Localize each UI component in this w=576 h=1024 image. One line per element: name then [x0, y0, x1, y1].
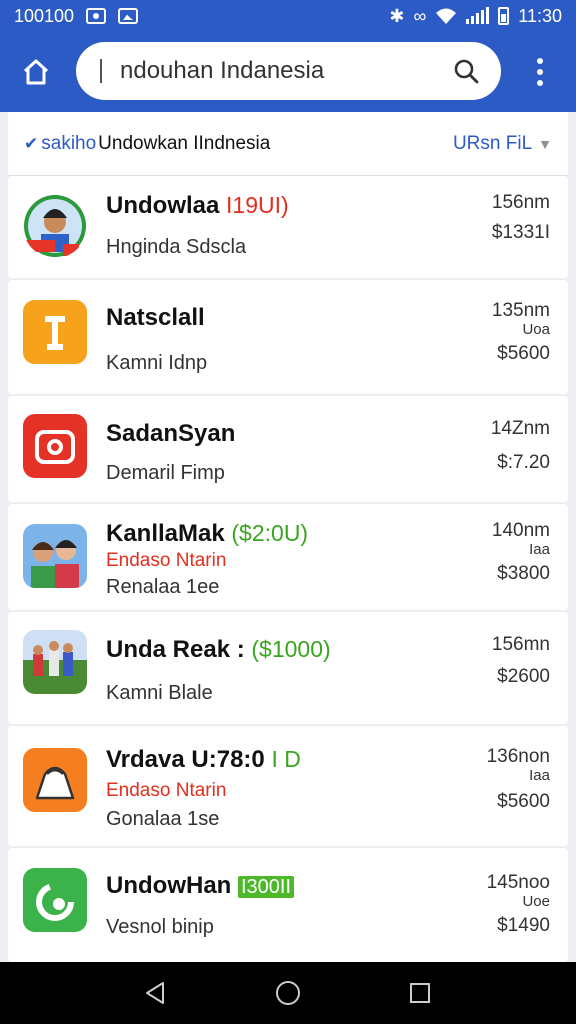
- filter-bar: ✔ sakiho Undowkan IIndnesia URsn FiL ▼: [8, 112, 568, 176]
- more-vert-icon: [537, 58, 543, 64]
- item-meta: 136non Iaa $5600: [487, 746, 550, 813]
- home-nav-button[interactable]: [268, 973, 308, 1013]
- breadcrumb-text: Undowkan IIndnesia: [98, 132, 271, 154]
- item-tag: I D: [271, 746, 301, 772]
- kids-photo-icon: [23, 524, 87, 588]
- image-icon: [118, 8, 139, 24]
- list-item[interactable]: SadanSyan Demaril Fimp 14Znm $:7.20: [8, 396, 568, 502]
- search-bar[interactable]: [76, 42, 501, 100]
- search-input[interactable]: [120, 57, 449, 85]
- item-title: Vrdava U:78:0 I D: [106, 746, 301, 773]
- item-price: $1331I: [491, 222, 550, 243]
- item-tag: ($1000): [251, 636, 331, 662]
- list-item[interactable]: Unda Reak : ($1000) Kamni Blale 156mn $2…: [8, 612, 568, 724]
- field-photo-icon: [23, 630, 87, 694]
- network-text: 100100: [14, 5, 75, 26]
- item-meta: 140nm Iaa $3800: [492, 520, 550, 585]
- item-subtitle: Kamni Blale: [106, 682, 213, 704]
- list-item[interactable]: Undowlaa I19UI) Hnginda Sdscla 156nm $13…: [8, 176, 568, 278]
- item-title: Undowlaa I19UI): [106, 192, 289, 219]
- signal-icon: [466, 7, 490, 24]
- check-icon: ✔: [24, 133, 39, 153]
- item-title: UndowHan I300II: [106, 872, 295, 900]
- item-distance: 136non: [486, 746, 550, 767]
- list-item[interactable]: UndowHan I300II Vesnol binip 145noo Uoe …: [8, 848, 568, 962]
- item-meta: 156mn $2600: [492, 634, 550, 688]
- item-unit: Iaa: [529, 541, 550, 558]
- home-circle-icon: [276, 981, 300, 1005]
- list-item[interactable]: KanllaMak ($2:0U) Endaso Ntarin Renalaa …: [8, 504, 568, 610]
- item-meta: 156nm $1331I: [492, 192, 550, 244]
- green-swirl-app-icon: [23, 868, 87, 932]
- back-icon: [146, 982, 164, 1004]
- item-subtitle: Hnginda Sdscla: [106, 236, 247, 258]
- eye-icon: [86, 8, 107, 24]
- item-unit: Uoe: [522, 893, 550, 910]
- item-title: SadanSyan: [106, 420, 236, 447]
- item-subtitle: Kamni Idnp: [106, 352, 208, 374]
- item-distance: 135nm: [491, 300, 550, 321]
- clock-time: 11:30: [518, 5, 562, 26]
- item-distance: 156mn: [491, 634, 550, 655]
- breadcrumb[interactable]: ✔ sakiho Undowkan IIndnesia: [24, 133, 270, 155]
- item-price: $5600: [497, 791, 550, 812]
- item-price: $:7.20: [497, 452, 550, 473]
- text-cursor: [100, 59, 102, 83]
- system-nav-bar: [0, 962, 576, 1024]
- item-distance: 14Znm: [490, 418, 550, 439]
- bag-app-icon: [23, 748, 87, 812]
- back-button[interactable]: [136, 973, 176, 1013]
- item-meta: 14Znm $:7.20: [491, 418, 550, 474]
- status-bar: 100100 ✱ ∞ 11:30: [0, 0, 576, 32]
- item-title: Unda Reak : ($1000): [106, 636, 331, 663]
- item-tag: I19UI): [226, 192, 289, 218]
- bluetooth-icon: ✱: [389, 6, 405, 26]
- item-distance: 156nm: [491, 192, 550, 213]
- wifi-icon: [436, 8, 457, 24]
- item-subtitle: Vesnol binip: [106, 916, 214, 938]
- search-icon: [454, 59, 479, 84]
- item-tag: ($2:0U): [231, 520, 309, 546]
- chevron-down-icon: ▼: [538, 135, 552, 152]
- list-item[interactable]: Vrdava U:78:0 I D Endaso Ntarin Gonalaa …: [8, 726, 568, 846]
- item-subtitle: Renalaa 1ee: [106, 576, 220, 598]
- item-unit: Uoa: [522, 321, 550, 338]
- item-subtitle: Demaril Fimp: [106, 462, 225, 484]
- item-price: $1490: [497, 915, 550, 936]
- filter-dropdown[interactable]: URsn FiL ▼: [453, 133, 552, 155]
- app-bar: [0, 32, 576, 112]
- flag-app-icon: [23, 300, 87, 364]
- item-distance: 140nm: [491, 520, 550, 541]
- item-meta: 145noo Uoe $1490: [487, 872, 550, 937]
- item-price: $3800: [497, 563, 550, 584]
- item-price: $2600: [497, 666, 550, 687]
- more-options-button[interactable]: [528, 54, 552, 90]
- camera-app-icon: [23, 414, 87, 478]
- item-meta: 135nm Uoa $5600: [492, 300, 550, 365]
- results-list: ✔ sakiho Undowkan IIndnesia URsn FiL ▼ U…: [8, 112, 568, 962]
- search-button[interactable]: [449, 54, 483, 88]
- item-tag: I300II: [238, 876, 295, 898]
- recents-button[interactable]: [400, 973, 440, 1013]
- list-item[interactable]: Natsclall Kamni Idnp 135nm Uoa $5600: [8, 280, 568, 394]
- home-button[interactable]: [16, 52, 56, 92]
- home-icon: [23, 59, 49, 85]
- item-status: Endaso Ntarin: [106, 550, 227, 571]
- filter-label: URsn FiL: [452, 132, 533, 154]
- item-status: Endaso Ntarin: [106, 780, 227, 801]
- recents-icon: [410, 983, 430, 1003]
- item-title: Natsclall: [106, 304, 205, 331]
- breadcrumb-prefix: sakiho: [41, 132, 97, 154]
- portrait-flag-icon: [23, 194, 87, 258]
- item-price: $5600: [497, 343, 550, 364]
- item-subtitle: Gonalaa 1se: [106, 808, 220, 830]
- link-icon: ∞: [413, 6, 427, 26]
- item-title: KanllaMak ($2:0U): [106, 520, 309, 547]
- item-unit: Iaa: [529, 767, 550, 784]
- battery-icon: [498, 7, 510, 25]
- item-distance: 145noo: [486, 872, 550, 893]
